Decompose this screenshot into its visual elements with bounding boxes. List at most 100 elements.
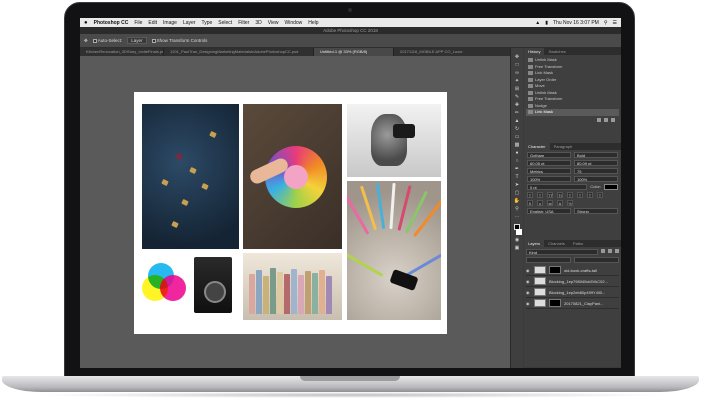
tab-character[interactable]: Character — [524, 143, 550, 150]
layer-mask-thumbnail[interactable] — [549, 266, 561, 274]
menu-image[interactable]: Image — [163, 20, 177, 26]
layer-name[interactable]: Blocking_1ep798040ck5VkC02... — [549, 279, 619, 284]
tab-channels[interactable]: Channels — [544, 240, 569, 247]
path-select-icon[interactable]: ➤ — [514, 182, 521, 188]
filter-type-icon[interactable] — [615, 249, 619, 253]
tab-history[interactable]: History — [524, 48, 545, 55]
photo-cmy-and-camera[interactable] — [142, 253, 239, 320]
auto-select-checkbox[interactable]: Auto-Select: — [92, 38, 122, 43]
menu-file[interactable]: File — [134, 20, 142, 26]
tab-paragraph[interactable]: Paragraph — [550, 143, 577, 150]
move-tool-icon[interactable]: ✥ — [84, 38, 88, 44]
menu-filter[interactable]: Filter — [238, 20, 249, 26]
quick-mask-icon[interactable]: ◉ — [514, 237, 521, 243]
doc-tab-active[interactable]: Untitled-1 @ 33% (RGB/8) — [314, 48, 394, 56]
healing-brush-icon[interactable]: ✚ — [514, 102, 521, 108]
tab-swatches[interactable]: Swatches — [544, 48, 569, 55]
tab-paths[interactable]: Paths — [569, 240, 587, 247]
hand-tool-icon[interactable]: ✋ — [514, 198, 521, 204]
eyedropper-icon[interactable]: ✎ — [514, 94, 521, 100]
layer-name[interactable]: old-book-crafts-tall — [564, 268, 619, 273]
ordinals-button[interactable]: A — [557, 200, 563, 206]
snapshot-icon[interactable] — [597, 117, 601, 122]
canvas-area[interactable] — [80, 56, 510, 368]
filter-adjust-icon[interactable] — [608, 249, 612, 253]
discretionary-ligatures-button[interactable]: o — [537, 200, 543, 206]
blur-tool-icon[interactable]: ● — [514, 150, 521, 156]
menu-type[interactable]: Type — [201, 20, 212, 26]
menu-layer[interactable]: Layer — [183, 20, 196, 26]
menu-view[interactable]: View — [268, 20, 279, 26]
layer-name[interactable]: 20170821_ClayPani... — [564, 301, 619, 306]
opacity-field[interactable] — [574, 257, 619, 263]
dodge-tool-icon[interactable]: ○ — [514, 158, 521, 164]
crop-tool-icon[interactable]: ⊞ — [514, 86, 521, 92]
auto-select-dropdown[interactable]: Layer — [127, 37, 147, 44]
visibility-eye-icon[interactable]: ◉ — [526, 290, 531, 295]
font-size-field[interactable]: 60.05 pt — [527, 160, 571, 166]
filter-pixel-icon[interactable] — [601, 249, 605, 253]
menu-help[interactable]: Help — [308, 20, 318, 26]
leading-field[interactable]: 80.09 pt — [574, 160, 618, 166]
faux-bold-button[interactable]: T — [527, 192, 533, 198]
move-tool-icon[interactable]: ✥ — [514, 54, 521, 60]
small-caps-button[interactable]: Tt — [557, 192, 563, 198]
layer-filter-select[interactable]: Kind — [526, 249, 598, 255]
vertical-scale-field[interactable]: 100% — [527, 176, 571, 182]
doc-tab[interactable]: KitchenRenovation_3DStory_InviteFinals.p… — [80, 48, 164, 56]
type-tool-icon[interactable]: T — [514, 174, 521, 180]
text-color-swatch[interactable] — [604, 184, 618, 190]
layer-name[interactable]: Blocking_1ep2eb80p499Y4ll0... — [549, 290, 619, 295]
apple-icon[interactable]: ● — [84, 20, 88, 26]
marquee-tool-icon[interactable]: □ — [514, 62, 521, 68]
menu-window[interactable]: Window — [284, 20, 302, 26]
brush-tool-icon[interactable]: ✏ — [514, 110, 521, 116]
transform-controls-checkbox[interactable]: Show Transform Controls — [151, 38, 207, 43]
more-tools-icon[interactable]: ⋯ — [514, 214, 521, 220]
swash-button[interactable]: st — [547, 200, 553, 206]
faux-italic-button[interactable]: T — [537, 192, 543, 198]
horizontal-scale-field[interactable]: 100% — [574, 176, 618, 182]
visibility-eye-icon[interactable]: ◉ — [526, 268, 531, 273]
photo-guitar-picks[interactable] — [142, 104, 239, 249]
photo-colored-pencils[interactable] — [347, 181, 441, 320]
blend-mode-select[interactable] — [526, 257, 571, 263]
layer-row[interactable]: ◉ old-book-crafts-tall — [526, 265, 619, 276]
menu-list-icon[interactable]: ☰ — [613, 20, 617, 26]
trash-icon[interactable] — [611, 117, 615, 122]
antialias-select[interactable]: Strong — [574, 208, 618, 214]
menubar-clock[interactable]: Thu Nov 16 3:07 PM — [553, 20, 599, 26]
language-select[interactable]: English: USA — [527, 208, 571, 214]
layer-row[interactable]: ◉ 20170821_ClayPani... — [526, 298, 619, 309]
layer-mask-thumbnail[interactable] — [549, 299, 561, 307]
ligatures-button[interactable]: fi — [527, 200, 533, 206]
superscript-button[interactable]: T — [567, 192, 573, 198]
document-canvas[interactable] — [134, 92, 447, 334]
subscript-button[interactable]: T — [577, 192, 583, 198]
lasso-tool-icon[interactable]: ∞ — [514, 70, 521, 76]
history-brush-icon[interactable]: ↻ — [514, 126, 521, 132]
layer-row[interactable]: ◉ Blocking_1ep2eb80p499Y4ll0... — [526, 287, 619, 298]
menu-3d[interactable]: 3D — [255, 20, 261, 26]
all-caps-button[interactable]: TT — [547, 192, 553, 198]
eraser-icon[interactable]: ▭ — [514, 134, 521, 140]
font-family-select[interactable]: Gotham — [527, 152, 571, 158]
photo-books[interactable] — [243, 253, 342, 320]
menu-edit[interactable]: Edit — [148, 20, 157, 26]
battery-icon[interactable]: ▮ — [545, 20, 548, 26]
pen-tool-icon[interactable]: ✒ — [514, 166, 521, 172]
doc-tab[interactable]: 1201_PaulTran_DesigningMarketingMaterial… — [164, 48, 314, 56]
tracking-field[interactable]: 75 — [574, 168, 618, 174]
zoom-tool-icon[interactable]: ⚲ — [514, 206, 521, 212]
doc-tab[interactable]: 20171116_MOBILE APP CO_Luxur — [394, 48, 511, 56]
magic-wand-icon[interactable]: ✦ — [514, 78, 521, 84]
photo-color-wheel[interactable] — [243, 104, 342, 249]
kerning-field[interactable]: Metrics — [527, 168, 571, 174]
tab-layers[interactable]: Layers — [524, 240, 545, 247]
clone-stamp-icon[interactable]: ▲ — [514, 118, 521, 124]
menu-app-name[interactable]: Photoshop CC — [94, 20, 129, 26]
background-color-swatch[interactable] — [516, 229, 522, 235]
gradient-tool-icon[interactable]: ▩ — [514, 142, 521, 148]
layer-row[interactable]: ◉ Blocking_1ep798040ck5VkC02... — [526, 276, 619, 287]
baseline-shift-field[interactable]: 0 pt — [527, 184, 588, 190]
